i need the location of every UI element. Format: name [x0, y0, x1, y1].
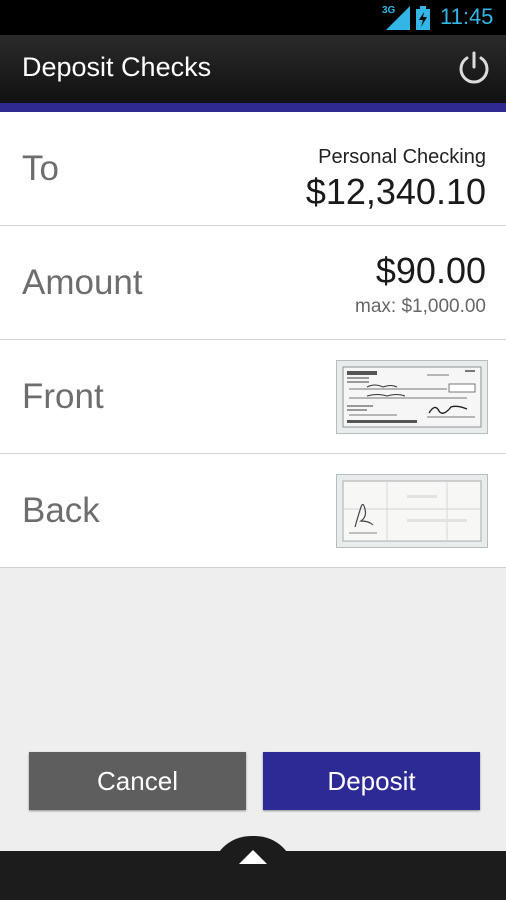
amount-max: max: $1,000.00: [355, 296, 486, 317]
drawer-handle[interactable]: [211, 836, 295, 876]
page-title: Deposit Checks: [22, 52, 212, 82]
chevron-up-icon: [239, 850, 267, 864]
deposit-form: To Personal Checking $12,340.10 Amount $…: [0, 112, 506, 568]
back-image-row[interactable]: Back: [0, 454, 506, 567]
account-balance: $12,340.10: [305, 171, 486, 212]
check-back-thumbnail[interactable]: [336, 474, 488, 548]
amount-row[interactable]: Amount $90.00 max: $1,000.00: [0, 226, 506, 340]
action-bar: Deposit Checks: [0, 35, 506, 103]
to-account-row[interactable]: To Personal Checking $12,340.10: [0, 112, 506, 226]
clock: 11:45: [440, 4, 494, 29]
amount-label: Amount: [22, 262, 143, 302]
amount-value: $90.00: [375, 250, 486, 291]
check-front-thumbnail[interactable]: [336, 360, 488, 434]
to-label: To: [22, 148, 59, 188]
account-info: Personal Checking $12,340.10: [306, 146, 486, 213]
status-bar: 3G 11:45: [0, 0, 506, 35]
front-image-row[interactable]: Front: [0, 340, 506, 454]
action-bar-accent: [0, 103, 506, 112]
battery-charging-icon: [416, 6, 430, 30]
cancel-button[interactable]: Cancel: [29, 752, 246, 810]
signal-icon: [386, 6, 410, 30]
back-label: Back: [22, 490, 100, 530]
account-name: Personal Checking: [318, 146, 486, 168]
deposit-button[interactable]: Deposit: [263, 752, 480, 810]
amount-info: $90.00 max: $1,000.00: [355, 250, 486, 318]
power-icon[interactable]: [456, 50, 492, 86]
front-label: Front: [22, 376, 104, 416]
